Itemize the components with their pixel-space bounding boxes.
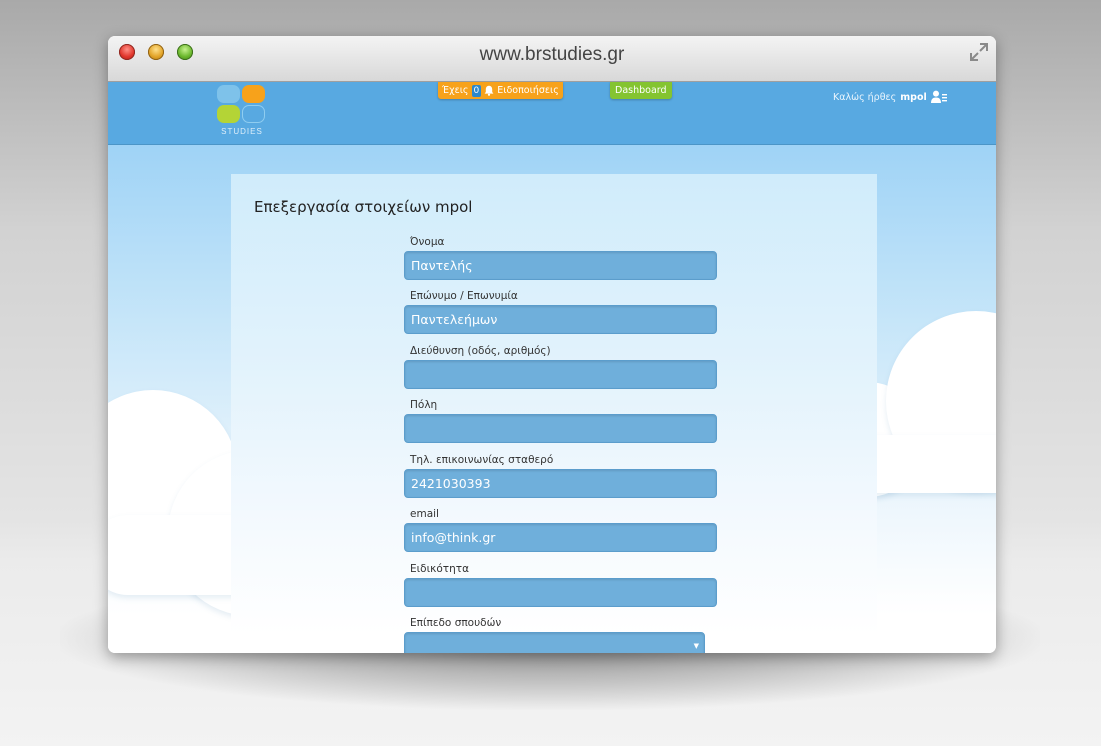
user-menu-icon[interactable] [930,90,947,104]
notifications-button[interactable]: Έχεις 0 Ειδοποιήσεις [438,82,563,99]
field-label: Όνομα [410,236,445,248]
field-label: Τηλ. επικοινωνίας σταθερό [410,454,554,466]
field-education-level: Επίπεδο σπουδών ▼ [404,616,717,653]
bell-icon [484,85,494,96]
edit-profile-panel: Επεξεργασία στοιχείων mpol Όνομα Παντελή… [231,174,877,653]
field-label: Πόλη [410,399,438,411]
first-name-input[interactable]: Παντελής [404,251,717,280]
address-input[interactable] [404,360,717,389]
city-input[interactable] [404,414,717,443]
field-label: Επίπεδο σπουδών [410,617,502,629]
browser-window: www.brstudies.gr STUDIES Έχεις 0 Ειδοποι… [108,36,996,653]
field-address: Διεύθυνση (οδός, αριθμός) [404,344,717,389]
fullscreen-icon[interactable] [968,41,990,63]
field-city: Πόλη [404,398,717,443]
phone-input[interactable]: 2421030393 [404,469,717,498]
specialty-input[interactable] [404,578,717,607]
welcome-text: Καλώς ήρθες [833,91,897,103]
chevron-down-icon: ▼ [693,642,699,650]
username-link[interactable]: mpol [900,92,926,103]
notifications-count: 0 [471,84,482,97]
field-label: email [410,508,439,520]
page-title: Επεξεργασία στοιχείων mpol [254,198,473,216]
field-specialty: Ειδικότητα [404,562,717,607]
site-logo[interactable]: STUDIES [216,82,268,142]
field-last-name: Επώνυμο / Επωνυμία Παντελεήμων [404,289,717,334]
dashboard-button[interactable]: Dashboard [610,82,672,99]
notifications-prefix: Έχεις [442,85,469,96]
email-input[interactable]: info@think.gr [404,523,717,552]
browser-url: www.brstudies.gr [479,44,625,65]
page-background: Επεξεργασία στοιχείων mpol Όνομα Παντελή… [108,145,996,653]
field-label: Ειδικότητα [410,563,469,575]
field-label: Διεύθυνση (οδός, αριθμός) [410,345,551,357]
education-level-select[interactable]: ▼ [404,632,705,653]
browser-titlebar: www.brstudies.gr [108,36,996,82]
field-email: email info@think.gr [404,507,717,552]
welcome-area: Καλώς ήρθες mpol [833,90,947,104]
field-phone: Τηλ. επικοινωνίας σταθερό 2421030393 [404,453,717,498]
site-header: STUDIES Έχεις 0 Ειδοποιήσεις Dashboard Κ… [108,82,996,145]
last-name-input[interactable]: Παντελεήμων [404,305,717,334]
logo-mark-icon [217,85,265,123]
field-label: Επώνυμο / Επωνυμία [410,290,518,302]
field-first-name: Όνομα Παντελής [404,235,717,280]
logo-text: STUDIES [221,127,263,136]
notifications-suffix: Ειδοποιήσεις [497,85,559,96]
